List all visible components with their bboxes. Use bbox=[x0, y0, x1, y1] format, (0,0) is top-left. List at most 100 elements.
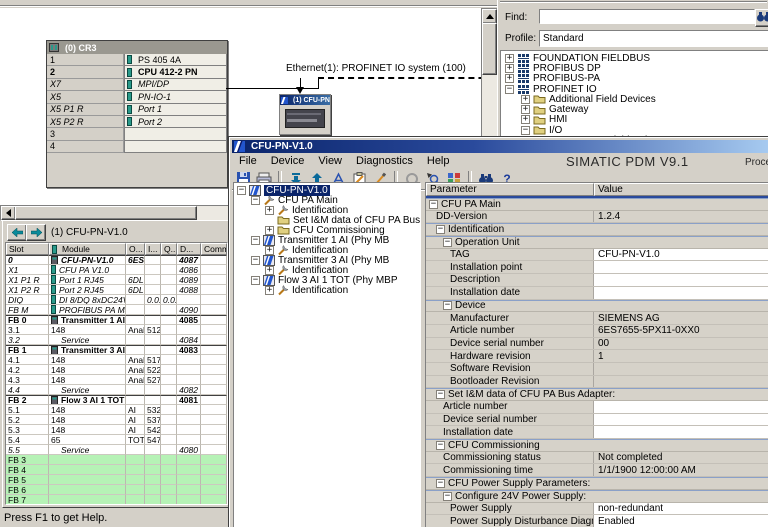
param-group-cfu-pa-main[interactable]: − CFU PA Main bbox=[426, 198, 768, 211]
collapse-box[interactable]: − bbox=[443, 237, 452, 247]
rack-row-x5-p2-r[interactable]: X5 P2 R Port 2 bbox=[47, 115, 227, 129]
find-button[interactable] bbox=[755, 9, 768, 27]
menu-diagnostics[interactable]: Diagnostics bbox=[349, 154, 420, 168]
slot-row-5-1[interactable]: 5.1148AI532... bbox=[6, 405, 227, 415]
tree-item-cfu-pn-v1-0[interactable]: − CFU-PN-V1.0 bbox=[234, 184, 420, 196]
collapse-box[interactable]: − bbox=[505, 84, 514, 94]
slot-row-fb-m[interactable]: FB MPROFIBUS PA Master 4090 bbox=[6, 305, 227, 315]
tree-item-gateway[interactable]: + Gateway bbox=[501, 104, 768, 115]
rack-module-cell[interactable]: CPU 412-2 PN bbox=[124, 66, 227, 79]
rack-module-cell[interactable]: Port 1 bbox=[124, 103, 227, 116]
expand-box[interactable]: + bbox=[265, 285, 274, 295]
tree-item-hmi[interactable]: + HMI bbox=[501, 114, 768, 125]
slot-row-fb-0[interactable]: FB 0Transmitter 1 AI (Ph 4085 bbox=[6, 315, 227, 325]
param-value[interactable] bbox=[594, 274, 768, 286]
slot-row-x1-p1-r[interactable]: X1 P1 RPort 1 RJ456DL... 4089 bbox=[6, 275, 227, 285]
collapse-box[interactable]: − bbox=[436, 440, 445, 450]
expand-box[interactable]: + bbox=[505, 53, 514, 63]
column-header-commen[interactable]: Commen bbox=[201, 243, 227, 255]
tree-item-profibus-pa[interactable]: + PROFIBUS-PA bbox=[501, 73, 768, 84]
forward-button[interactable] bbox=[26, 224, 46, 241]
tree-item-identification[interactable]: + Identification bbox=[234, 245, 420, 256]
slot-row-fb-2[interactable]: FB 2Flow 3 AI 1 TOT (P 4081 bbox=[6, 395, 227, 405]
slot-row-0[interactable]: 0CFU-PN-V1.06ES... 4087 bbox=[6, 255, 227, 265]
tree-item-transmitter-3-ai-phy-mb[interactable]: − Transmitter 3 AI (Phy MB bbox=[234, 254, 420, 266]
param-group-configure-24v-power-supply[interactable]: − Configure 24V Power Supply: bbox=[426, 489, 768, 503]
column-header-o[interactable]: O... bbox=[126, 243, 145, 255]
collapse-box[interactable]: − bbox=[443, 301, 452, 311]
device-node-titlebar[interactable]: (1) CFU-PN bbox=[280, 95, 330, 105]
expand-box[interactable]: + bbox=[265, 245, 274, 255]
tree-item-cfu-commissioning[interactable]: + CFU Commissioning bbox=[234, 225, 420, 236]
rack-row-3[interactable]: 3 bbox=[47, 128, 227, 141]
menu-help[interactable]: Help bbox=[420, 154, 457, 168]
rack-module-cell[interactable]: PN-IO-1 bbox=[124, 91, 227, 104]
column-header-i[interactable]: I... bbox=[145, 243, 161, 255]
profile-select[interactable]: Standard bbox=[539, 30, 768, 47]
collapse-box[interactable]: − bbox=[251, 235, 260, 245]
expand-box[interactable]: + bbox=[505, 63, 514, 73]
tree-item-transmitter-1-ai-phy-mb[interactable]: − Transmitter 1 AI (Phy MB bbox=[234, 234, 420, 246]
vertical-scrollbar-thumb[interactable] bbox=[482, 23, 497, 75]
slot-row-fb-1[interactable]: FB 1Transmitter 3 AI (Ph 4083 bbox=[6, 345, 227, 355]
collapse-box[interactable]: − bbox=[251, 255, 260, 265]
param-value[interactable]: Enabled bbox=[594, 515, 768, 527]
slot-row-fb-3[interactable]: FB 3 bbox=[6, 455, 227, 465]
expand-box[interactable]: + bbox=[265, 265, 274, 275]
rack-row-2[interactable]: 2 CPU 412-2 PN bbox=[47, 66, 227, 79]
tree-item-identification[interactable]: + Identification bbox=[234, 205, 420, 216]
slot-row-3-2[interactable]: 3.2 Service 4084 bbox=[6, 335, 227, 345]
menu-device[interactable]: Device bbox=[264, 154, 312, 168]
menu-view[interactable]: View bbox=[311, 154, 349, 168]
param-value[interactable] bbox=[594, 261, 768, 274]
param-value[interactable]: CFU-PN-V1.0 bbox=[594, 248, 768, 261]
column-header-d[interactable]: D... bbox=[177, 243, 201, 255]
tree-item-i-o[interactable]: − I/O bbox=[501, 125, 768, 136]
collapse-box[interactable]: − bbox=[443, 491, 452, 501]
collapse-box[interactable]: − bbox=[251, 195, 260, 205]
rack-module-cell[interactable] bbox=[124, 128, 227, 141]
slot-row-5-5[interactable]: 5.5 Service 4080 bbox=[6, 445, 227, 455]
slot-row-5-4[interactable]: 5.465TOTA547... bbox=[6, 435, 227, 445]
collapse-box[interactable]: − bbox=[237, 185, 246, 195]
rack-module-cell[interactable]: Port 2 bbox=[124, 115, 227, 129]
column-header-slot[interactable]: Slot bbox=[6, 243, 49, 255]
slot-row-fb-5[interactable]: FB 5 bbox=[6, 475, 227, 485]
back-button[interactable] bbox=[7, 224, 27, 241]
rack-row-x5[interactable]: X5 PN-IO-1 bbox=[47, 91, 227, 104]
scroll-up-button[interactable] bbox=[482, 9, 497, 24]
param-value[interactable] bbox=[594, 413, 768, 426]
param-group-set-i-m-data-of-cfu-pa-bus-adapter[interactable]: − Set I&M data of CFU PA Bus Adapter: bbox=[426, 388, 768, 401]
expand-box[interactable]: + bbox=[521, 115, 530, 125]
expand-box[interactable]: + bbox=[265, 225, 274, 235]
param-value[interactable] bbox=[594, 401, 768, 413]
param-group-device[interactable]: − Device bbox=[426, 299, 768, 313]
slot-row-5-3[interactable]: 5.3148AI542... bbox=[6, 425, 227, 435]
param-group-cfu-power-supply-parameters[interactable]: − CFU Power Supply Parameters: bbox=[426, 477, 768, 490]
rack-window-titlebar[interactable]: (0) CR3 bbox=[47, 41, 227, 54]
collapse-box[interactable]: − bbox=[436, 225, 445, 235]
slot-row-diq[interactable]: DIQDI 8/DQ 8xDC24V/0.5 0.0...0.0... bbox=[6, 295, 227, 305]
slot-row-fb-6[interactable]: FB 6 bbox=[6, 485, 227, 495]
column-header-value[interactable]: Value bbox=[594, 183, 768, 196]
scroll-left-button[interactable] bbox=[1, 206, 16, 220]
rack-row-x5-p1-r[interactable]: X5 P1 R Port 1 bbox=[47, 103, 227, 116]
param-group-operation-unit[interactable]: − Operation Unit bbox=[426, 236, 768, 249]
pdm-titlebar[interactable]: CFU-PN-V1.0 bbox=[232, 140, 768, 153]
slot-row-x1[interactable]: X1 CFU PA V1.0 4086 bbox=[6, 265, 227, 275]
tree-item-identification[interactable]: + Identification bbox=[234, 285, 420, 296]
rack-row-4[interactable]: 4 bbox=[47, 140, 227, 154]
collapse-box[interactable]: − bbox=[429, 199, 438, 209]
slot-row-4-3[interactable]: 4.3148Analo527... bbox=[6, 375, 227, 385]
tree-item-foundation-fieldbus[interactable]: + FOUNDATION FIELDBUS bbox=[501, 53, 768, 64]
slot-row-fb-7[interactable]: FB 7 bbox=[6, 495, 227, 504]
tree-item-profinet-io[interactable]: − PROFINET IO bbox=[501, 84, 768, 95]
expand-box[interactable]: + bbox=[505, 74, 514, 84]
tree-item-flow-3-ai-1-tot-phy-mbp[interactable]: − Flow 3 AI 1 TOT (Phy MBP bbox=[234, 274, 420, 286]
collapse-box[interactable]: − bbox=[436, 478, 445, 488]
expand-box[interactable]: + bbox=[521, 105, 530, 115]
param-group-cfu-commissioning[interactable]: − CFU Commissioning bbox=[426, 439, 768, 452]
column-header-module[interactable]: Module bbox=[49, 243, 126, 255]
tree-item-set-i-m-data-of-cfu-pa-bus-adapter[interactable]: Set I&M data of CFU PA Bus Adapter bbox=[234, 215, 420, 226]
collapse-box[interactable]: − bbox=[251, 275, 260, 285]
